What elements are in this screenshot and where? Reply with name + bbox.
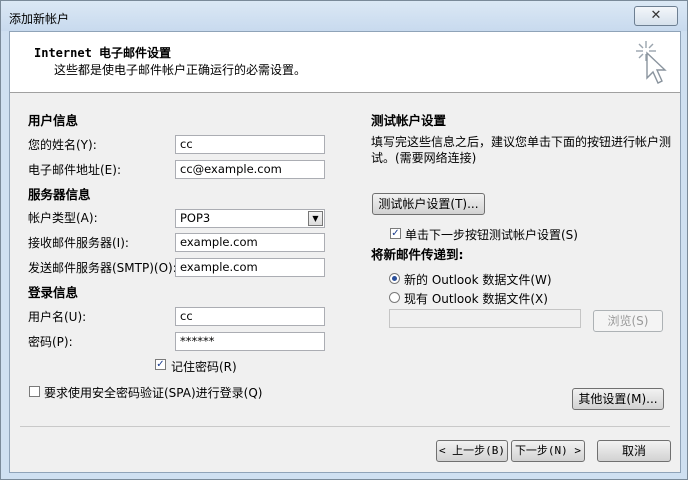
- section-user-info: 用户信息: [28, 113, 79, 128]
- close-button[interactable]: ✕: [634, 6, 678, 26]
- account-type-select[interactable]: POP3 ▼: [175, 209, 325, 228]
- email-label: 电子邮件地址(E):: [28, 163, 121, 177]
- checkmark-icon: ✓: [156, 359, 165, 370]
- existing-data-file-label[interactable]: 现有 Outlook 数据文件(X): [404, 290, 548, 307]
- cancel-button[interactable]: 取消: [597, 440, 671, 462]
- existing-data-file-radio[interactable]: [389, 292, 400, 303]
- more-settings-button[interactable]: 其他设置(M)...: [572, 388, 664, 410]
- back-button[interactable]: < 上一步(B): [436, 440, 508, 462]
- section-deliver: 将新邮件传递到:: [371, 247, 464, 262]
- outgoing-server-input[interactable]: example.com: [175, 258, 325, 277]
- footer-divider: [20, 426, 670, 427]
- cursor-sparkle-icon: [636, 41, 667, 84]
- section-server-info: 服务器信息: [28, 187, 91, 202]
- email-input[interactable]: cc@example.com: [175, 160, 325, 179]
- password-input[interactable]: ******: [175, 332, 325, 351]
- outgoing-server-label: 发送邮件服务器(SMTP)(O):: [28, 261, 177, 275]
- new-data-file-label[interactable]: 新的 Outlook 数据文件(W): [404, 271, 552, 288]
- username-input[interactable]: cc: [175, 307, 325, 326]
- test-account-button[interactable]: 测试帐户设置(T)...: [372, 193, 485, 215]
- section-login-info: 登录信息: [28, 285, 79, 300]
- name-input[interactable]: cc: [175, 135, 325, 154]
- chevron-down-icon[interactable]: ▼: [308, 211, 323, 226]
- auto-test-label[interactable]: 单击下一步按钮测试帐户设置(S): [405, 226, 578, 243]
- title-bar: 添加新帐户 ✕: [1, 1, 687, 31]
- name-label: 您的姓名(Y):: [28, 138, 97, 152]
- password-label: 密码(P):: [28, 335, 73, 349]
- spa-checkbox[interactable]: [29, 386, 40, 397]
- account-type-label: 帐户类型(A):: [28, 211, 98, 225]
- account-type-value: POP3: [180, 211, 211, 225]
- section-test-settings: 测试帐户设置: [371, 113, 447, 128]
- auto-test-checkbox[interactable]: ✓: [390, 228, 401, 239]
- window-title: 添加新帐户: [9, 12, 70, 26]
- checkmark-icon: ✓: [391, 228, 400, 239]
- browse-button[interactable]: 浏览(S): [593, 310, 663, 332]
- spa-label[interactable]: 要求使用安全密码验证(SPA)进行登录(Q): [44, 384, 262, 401]
- dialog-window: 添加新帐户 ✕ Internet 电子邮件设置 这些都是使电子邮件帐户正确运行的…: [0, 0, 688, 480]
- page-title: Internet 电子邮件设置: [34, 46, 172, 60]
- remember-password-label[interactable]: 记住密码(R): [171, 358, 237, 375]
- page-subtitle: 这些都是使电子邮件帐户正确运行的必需设置。: [54, 63, 307, 77]
- test-description: 填写完这些信息之后，建议您单击下面的按钮进行帐户测试。(需要网络连接): [371, 135, 672, 165]
- incoming-server-label: 接收邮件服务器(I):: [28, 236, 129, 250]
- next-button[interactable]: 下一步(N) >: [511, 440, 585, 462]
- new-data-file-radio[interactable]: [389, 273, 400, 284]
- close-icon: ✕: [650, 8, 662, 23]
- header-panel: Internet 电子邮件设置 这些都是使电子邮件帐户正确运行的必需设置。: [10, 32, 680, 93]
- data-file-path-input[interactable]: [389, 309, 581, 328]
- remember-password-checkbox[interactable]: ✓: [155, 359, 166, 370]
- dialog-body: Internet 电子邮件设置 这些都是使电子邮件帐户正确运行的必需设置。 用户…: [9, 31, 681, 473]
- username-label: 用户名(U):: [28, 310, 87, 324]
- incoming-server-input[interactable]: example.com: [175, 233, 325, 252]
